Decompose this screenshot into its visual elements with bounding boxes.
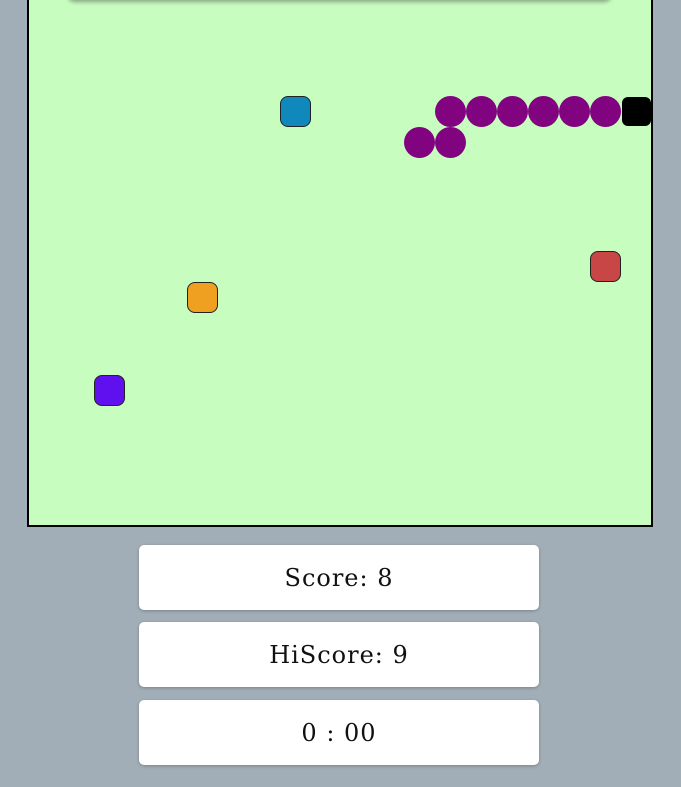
snake-segment (465, 95, 497, 127)
score-text: Score: 8 (284, 563, 394, 592)
snake-head (621, 96, 651, 126)
score-panel: Score: 8 (139, 545, 539, 610)
snake-segment (496, 95, 528, 127)
snake-segment (589, 95, 621, 127)
snake-segment (434, 95, 466, 127)
purple-block (93, 374, 125, 406)
snake-segment (403, 126, 435, 158)
game-board (27, 0, 653, 527)
timer-panel: 0 : 00 (139, 700, 539, 765)
red-block (589, 250, 621, 282)
orange-block (186, 281, 218, 313)
hiscore-panel: HiScore: 9 (139, 622, 539, 687)
snake-segment (558, 95, 590, 127)
blue-block (279, 95, 311, 127)
timer-text: 0 : 00 (301, 718, 377, 747)
snake-segment (527, 95, 559, 127)
hiscore-text: HiScore: 9 (269, 640, 409, 669)
snake-segment (434, 126, 466, 158)
